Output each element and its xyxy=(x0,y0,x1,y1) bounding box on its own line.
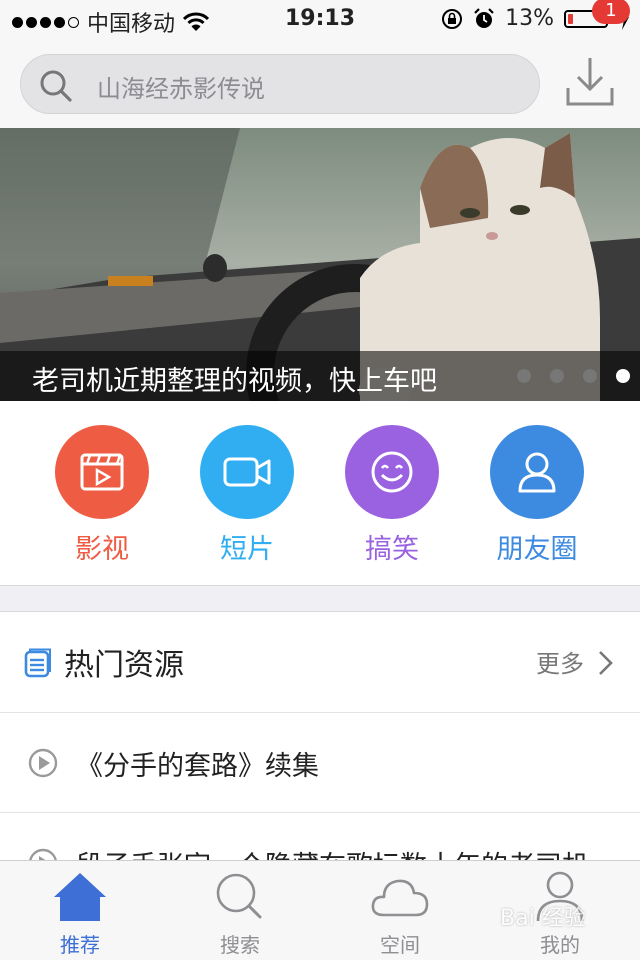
carousel-indicator[interactable] xyxy=(517,369,630,383)
download-icon[interactable] xyxy=(562,52,618,112)
tab-label: 推荐 xyxy=(60,933,100,957)
list-icon xyxy=(24,648,51,678)
category-circle xyxy=(490,425,584,519)
list-item-title: 《分手的套路》续集 xyxy=(76,751,319,782)
category-funny[interactable]: 搞笑 xyxy=(332,425,452,566)
category-movies[interactable]: 影视 xyxy=(42,425,162,566)
tab-space[interactable]: 空间 xyxy=(320,869,480,958)
home-icon xyxy=(54,873,106,921)
play-icon xyxy=(28,748,58,778)
search-icon xyxy=(216,873,262,919)
download-badge: 1 xyxy=(592,0,630,24)
carousel-dot[interactable] xyxy=(550,369,564,383)
tab-label: 我的 xyxy=(540,933,580,957)
alarm-icon xyxy=(474,7,494,28)
category-circle xyxy=(55,425,149,519)
banner-carousel[interactable]: 老司机近期整理的视频，快上车吧 xyxy=(0,128,640,401)
carousel-dot[interactable] xyxy=(517,369,531,383)
search-placeholder: 山海经赤影传说 xyxy=(97,75,265,103)
search-header: 山海经赤影传说 xyxy=(0,40,640,128)
section-title: 热门资源 xyxy=(64,648,184,683)
category-circle xyxy=(200,425,294,519)
search-input[interactable]: 山海经赤影传说 xyxy=(20,54,540,114)
status-bar: 中国移动 19:13 13% xyxy=(0,0,640,40)
banner-caption-bar: 老司机近期整理的视频，快上车吧 xyxy=(0,351,640,401)
user-icon xyxy=(518,452,556,493)
category-label: 短片 xyxy=(220,534,274,565)
search-icon xyxy=(40,70,72,102)
video-camera-icon xyxy=(223,457,271,487)
tab-label: 空间 xyxy=(380,933,420,957)
category-moments[interactable]: 朋友圈 xyxy=(477,425,597,566)
category-short-videos[interactable]: 短片 xyxy=(187,425,307,566)
carousel-dot-active[interactable] xyxy=(616,369,630,383)
tab-label: 搜索 xyxy=(220,933,260,957)
hot-resources-section: 热门资源 更多 《分手的套路》续集 段子手张宇一个隐藏在歌坛数十年的老司机 xyxy=(0,611,640,882)
film-icon xyxy=(80,453,124,491)
category-label: 影视 xyxy=(75,534,129,565)
category-circle xyxy=(345,425,439,519)
cloud-icon xyxy=(371,879,429,917)
rotation-lock-icon xyxy=(442,8,463,29)
tab-search[interactable]: 搜索 xyxy=(160,869,320,958)
watermark: Bai 经验 xyxy=(500,906,586,931)
battery-percent: 13% xyxy=(505,6,554,31)
carousel-dot[interactable] xyxy=(583,369,597,383)
smile-icon xyxy=(371,451,413,493)
chevron-right-icon[interactable] xyxy=(598,650,614,676)
category-label: 搞笑 xyxy=(365,534,419,565)
tab-recommend[interactable]: 推荐 xyxy=(0,869,160,958)
more-link[interactable]: 更多 xyxy=(536,644,584,679)
section-header: 热门资源 更多 xyxy=(0,612,640,713)
category-shortcuts: 影视 短片 搞笑 朋友圈 xyxy=(0,401,640,586)
list-item[interactable]: 《分手的套路》续集 xyxy=(0,712,640,813)
category-label: 朋友圈 xyxy=(496,534,578,565)
banner-caption: 老司机近期整理的视频，快上车吧 xyxy=(32,366,437,397)
